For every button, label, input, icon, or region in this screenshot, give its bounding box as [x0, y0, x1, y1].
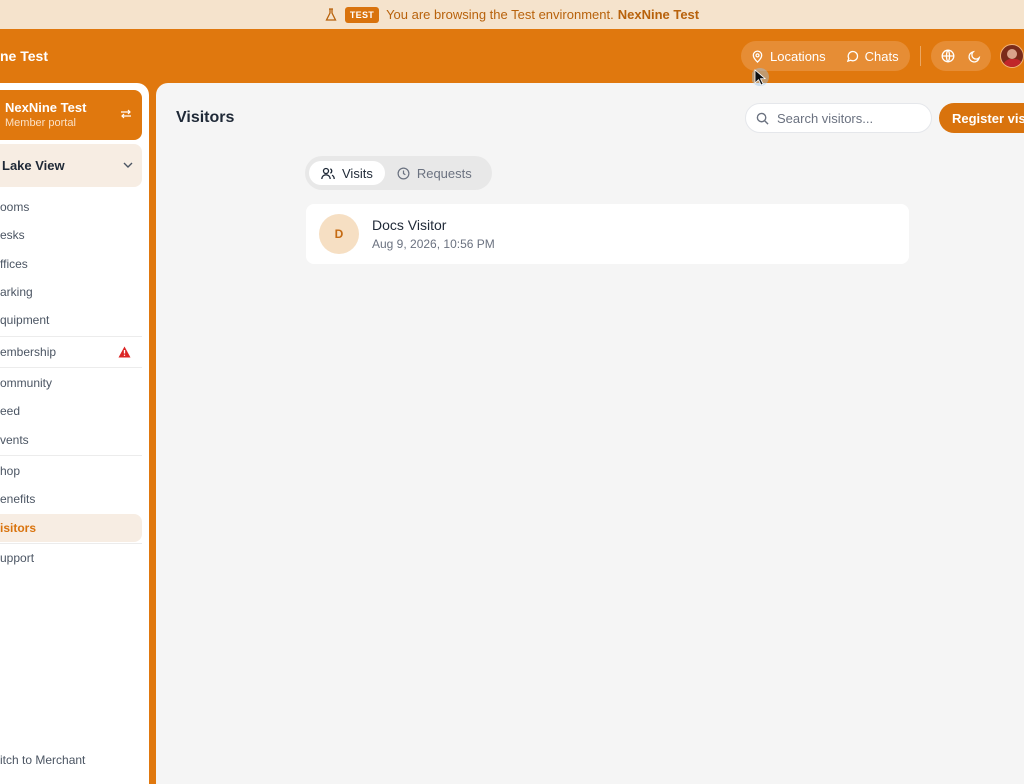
sidebar-item-desks[interactable]: esks: [0, 221, 142, 249]
topbar-divider: [920, 46, 921, 66]
search-input[interactable]: [777, 110, 917, 126]
sidebar-item-events[interactable]: vents: [0, 426, 142, 454]
page-title: Visitors: [176, 109, 235, 126]
visitor-name: Docs Visitor: [372, 217, 447, 233]
visit-list-item[interactable]: D Docs Visitor Aug 9, 2026, 10:56 PM: [306, 204, 909, 264]
theme-toggle-button[interactable]: [962, 44, 986, 68]
tab-label: Requests: [416, 165, 472, 181]
tab-label: Visits: [342, 165, 373, 181]
map-pin-icon: [752, 49, 763, 63]
chats-label: Chats: [864, 48, 899, 64]
swap-arrows-icon: [121, 109, 131, 119]
user-avatar[interactable]: [1000, 44, 1024, 68]
sidebar-item-label: ooms: [0, 200, 30, 214]
sidebar-divider: [0, 336, 142, 337]
sidebar-item-equipment[interactable]: quipment: [0, 306, 142, 334]
chevron-down-icon: [123, 162, 133, 168]
sidebar-item-offices[interactable]: ffices: [0, 250, 142, 278]
utility-pill: [931, 41, 991, 71]
sidebar-item-membership[interactable]: embership: [0, 338, 142, 366]
sidebar-item-label: isitors: [0, 521, 37, 535]
sidebar-item-label: quipment: [0, 313, 50, 327]
location-name: Lake View: [2, 158, 65, 173]
test-environment-banner: TEST You are browsing the Test environme…: [0, 0, 1024, 29]
sidebar-item-parking[interactable]: arking: [0, 278, 142, 306]
sidebar-item-support[interactable]: upport: [0, 544, 142, 572]
globe-icon: [941, 49, 955, 63]
warning-icon: [118, 346, 131, 358]
visit-time: Aug 9, 2026, 10:56 PM: [372, 237, 495, 251]
search-icon: [756, 112, 769, 125]
sidebar-item-label: embership: [0, 345, 57, 359]
test-badge: TEST: [344, 6, 380, 23]
sidebar: NexNine Test Member portal Lake View oom…: [0, 83, 149, 784]
search-box[interactable]: [745, 103, 932, 133]
tab-visits[interactable]: Visits: [309, 161, 385, 185]
org-switcher[interactable]: NexNine Test Member portal: [0, 90, 142, 140]
top-nav-pill: Locations Chats: [741, 41, 910, 71]
locations-label: Locations: [770, 48, 826, 64]
sidebar-divider: [0, 367, 142, 368]
sidebar-item-label: eed: [0, 404, 21, 418]
sidebar-item-visitors[interactable]: isitors: [0, 514, 142, 542]
sidebar-item-feed[interactable]: eed: [0, 397, 142, 425]
sidebar-item-label: ommunity: [0, 376, 53, 390]
mouse-cursor-icon: [752, 68, 769, 86]
flask-icon: [325, 7, 337, 21]
moon-icon: [967, 50, 980, 63]
users-icon: [321, 167, 335, 179]
app-title: ne Test: [0, 48, 48, 64]
banner-brand: NexNine Test: [617, 7, 700, 22]
sidebar-item-label: upport: [0, 551, 35, 565]
visitor-avatar: D: [319, 214, 359, 254]
location-selector[interactable]: Lake View: [0, 144, 142, 187]
sidebar-item-shop[interactable]: hop: [0, 457, 142, 485]
top-bar: ne Test Locations Chats: [0, 29, 1024, 83]
sidebar-item-label: arking: [0, 285, 33, 299]
switch-to-merchant-link[interactable]: itch to Merchant: [0, 753, 85, 767]
sidebar-item-community[interactable]: ommunity: [0, 369, 142, 397]
visit-tabs: Visits Requests: [305, 156, 492, 190]
sidebar-item-label: hop: [0, 464, 21, 478]
clock-icon: [397, 167, 410, 179]
sidebar-item-label: ffices: [0, 257, 28, 271]
sidebar-divider: [0, 455, 142, 456]
sidebar-item-label: vents: [0, 433, 29, 447]
main-panel: Visitors Register visit Visits Requests …: [156, 83, 1024, 784]
tab-requests[interactable]: Requests: [385, 161, 484, 185]
sidebar-item-label: enefits: [0, 492, 36, 506]
sidebar-item-benefits[interactable]: enefits: [0, 485, 142, 513]
chats-button[interactable]: Chats: [836, 41, 909, 71]
banner-message: You are browsing the Test environment.: [386, 7, 614, 22]
chat-bubble-icon: [846, 50, 858, 62]
sidebar-item-label: esks: [0, 228, 25, 242]
language-button[interactable]: [936, 44, 960, 68]
locations-button[interactable]: Locations: [741, 41, 836, 71]
sidebar-item-rooms[interactable]: ooms: [0, 193, 142, 221]
register-visit-button[interactable]: Register visit: [939, 103, 1024, 133]
